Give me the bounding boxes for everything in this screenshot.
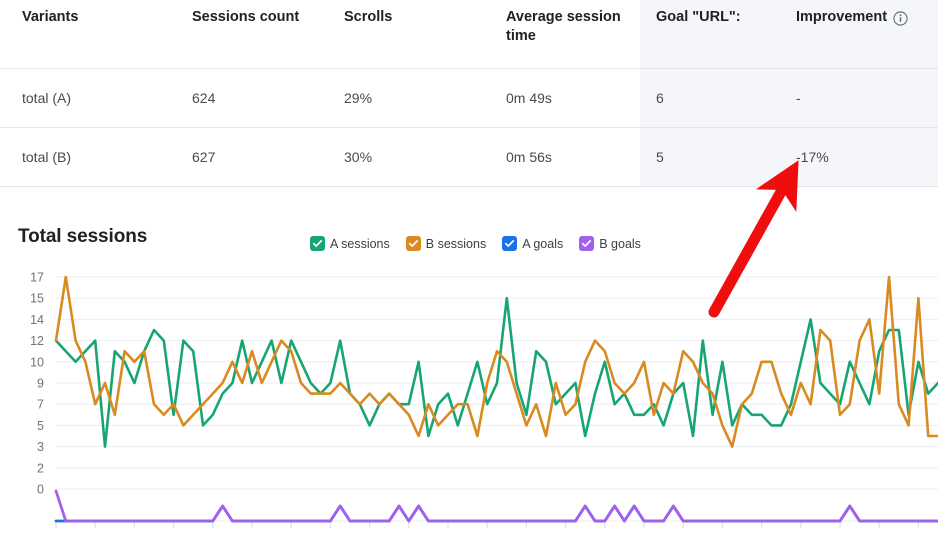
cell-improvement: - <box>780 67 938 127</box>
column-header-goal-url-label: Goal "URL": <box>656 9 741 25</box>
ab-test-results-panel: Variants Sessions count Scrolls Average … <box>0 0 948 537</box>
y-axis-tick-label: 7 <box>37 398 44 412</box>
chart-plot-area: 17 15 14 12 10 9 7 5 3 2 0 <box>0 269 948 537</box>
variants-results-table: Variants Sessions count Scrolls Average … <box>0 0 938 187</box>
y-axis-tick-label: 10 <box>30 355 44 369</box>
y-axis-tick-label: 3 <box>37 440 44 454</box>
column-header-average-session-time[interactable]: Average session time <box>484 0 640 68</box>
column-header-scrolls-label: Scrolls <box>344 9 393 25</box>
checkbox-checked-icon[interactable] <box>502 236 518 251</box>
column-header-scrolls[interactable]: Scrolls <box>322 0 484 68</box>
line-chart-svg[interactable]: 17 15 14 12 10 9 7 5 3 2 0 <box>0 269 948 537</box>
column-header-variants-label: Variants <box>22 9 79 25</box>
cell-scrolls: 29% <box>322 67 484 127</box>
legend-item-a-goals[interactable]: A goals <box>502 236 563 251</box>
column-header-improvement-label: Improvement <box>796 9 888 25</box>
checkbox-checked-icon[interactable] <box>579 236 595 251</box>
column-header-variants[interactable]: Variants <box>0 0 170 68</box>
legend-item-a-sessions[interactable]: A sessions <box>310 236 390 251</box>
cell-variant: total (B) <box>0 126 170 187</box>
y-axis-tick-label: 14 <box>30 313 44 327</box>
y-axis-tick-label: 15 <box>30 292 44 306</box>
total-sessions-chart-section: Total sessions A sessions B sessions A g… <box>0 194 948 537</box>
legend-label-a-goals: A goals <box>522 236 564 251</box>
table-header: Variants Sessions count Scrolls Average … <box>0 0 938 68</box>
info-icon[interactable] <box>893 11 908 26</box>
cell-goal-url: 5 <box>640 126 780 187</box>
column-header-sessions-count-label: Sessions count <box>192 9 300 25</box>
cell-variant: total (A) <box>0 67 170 127</box>
y-axis-tick-label: 17 <box>30 271 44 285</box>
y-axis-tick-label: 12 <box>30 334 44 348</box>
legend-label-a-sessions: A sessions <box>330 236 390 251</box>
column-header-average-session-time-label: Average session time <box>506 9 621 44</box>
series-line-b-goals <box>54 489 940 523</box>
cell-sessions-count: 627 <box>170 126 322 187</box>
table-body: total (A) 624 29% 0m 49s 6 - total (B) 6… <box>0 67 938 187</box>
checkbox-checked-icon[interactable] <box>310 236 325 251</box>
cell-improvement: -17% <box>780 126 938 187</box>
legend-item-b-sessions[interactable]: B sessions <box>405 236 487 251</box>
series-line-a-sessions <box>54 296 940 448</box>
chart-title: Total sessions <box>18 226 148 247</box>
chart-legend: A sessions B sessions A goals B goals <box>310 236 641 251</box>
cell-sessions-count: 624 <box>170 67 322 127</box>
table-row[interactable]: total (B) 627 30% 0m 56s 5 -17% <box>0 126 938 187</box>
y-axis-tick-label: 9 <box>37 377 44 391</box>
legend-label-b-sessions: B sessions <box>425 236 487 251</box>
cell-goal-url: 6 <box>640 67 780 127</box>
cell-average-session-time: 0m 56s <box>484 126 640 187</box>
table-header-row: Variants Sessions count Scrolls Average … <box>0 0 938 68</box>
legend-label-b-goals: B goals <box>599 236 641 251</box>
column-header-improvement[interactable]: Improvement <box>780 0 938 68</box>
cell-average-session-time: 0m 49s <box>484 67 640 127</box>
column-header-goal-url[interactable]: Goal "URL": <box>640 0 780 68</box>
y-axis-tick-label: 2 <box>37 461 44 475</box>
legend-item-b-goals[interactable]: B goals <box>579 236 641 251</box>
table-row[interactable]: total (A) 624 29% 0m 49s 6 - <box>0 67 938 127</box>
y-axis-tick-label: 5 <box>37 419 44 433</box>
series-line-a-goals <box>54 504 940 523</box>
y-axis-tick-label: 0 <box>37 483 44 497</box>
panel-right-edge <box>938 0 948 537</box>
cell-scrolls: 30% <box>322 126 484 187</box>
checkbox-checked-icon[interactable] <box>405 236 421 251</box>
column-header-sessions-count[interactable]: Sessions count <box>170 0 322 68</box>
